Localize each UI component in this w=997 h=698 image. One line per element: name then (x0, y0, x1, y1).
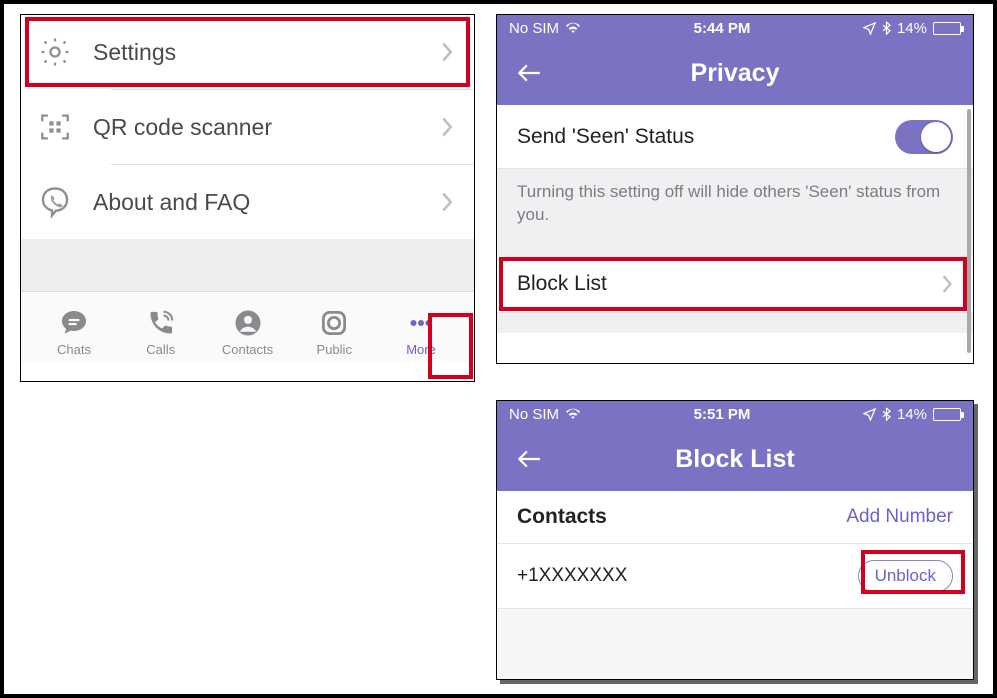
settings-label: Settings (93, 39, 440, 66)
clock-label: 5:44 PM (694, 20, 751, 37)
send-seen-description: Turning this setting off will hide other… (497, 169, 973, 257)
send-seen-toggle[interactable] (895, 120, 953, 154)
contact-icon (231, 306, 265, 340)
privacy-screen: No SIM 5:44 PM 14% Privacy Send 'Seen' S… (496, 14, 974, 364)
bottom-tabbar: Chats Calls Contacts Public More (21, 291, 474, 363)
tab-label: More (406, 342, 436, 357)
battery-pct: 14% (897, 406, 927, 423)
qr-scanner-row[interactable]: QR code scanner (21, 90, 474, 164)
about-faq-row[interactable]: About and FAQ (21, 165, 474, 239)
chevron-right-icon (440, 41, 454, 63)
tab-contacts[interactable]: Contacts (207, 306, 289, 357)
nav-bar: Privacy (497, 41, 973, 105)
block-list-label: Block List (517, 272, 941, 296)
bluetooth-icon (882, 21, 891, 35)
battery-icon (933, 22, 961, 35)
tab-public[interactable]: Public (293, 306, 375, 357)
tab-more[interactable]: More (380, 306, 462, 357)
section-title: Contacts (517, 505, 607, 529)
status-bar: No SIM 5:51 PM 14% (497, 401, 973, 427)
wifi-icon (565, 408, 581, 420)
tab-chats[interactable]: Chats (33, 306, 115, 357)
block-list-row[interactable]: Block List (497, 257, 973, 313)
viber-icon (33, 180, 77, 224)
contact-number: +1XXXXXXX (517, 565, 627, 587)
chevron-right-icon (440, 191, 454, 213)
scroll-indicator[interactable] (967, 109, 971, 353)
battery-pct: 14% (897, 20, 927, 37)
location-icon (863, 408, 876, 421)
public-icon (317, 306, 351, 340)
tab-label: Calls (146, 342, 175, 357)
tab-label: Chats (57, 342, 91, 357)
carrier-label: No SIM (509, 406, 559, 423)
send-seen-label: Send 'Seen' Status (517, 125, 895, 149)
unblock-button[interactable]: Unblock (858, 560, 953, 592)
spacer (497, 313, 973, 333)
wifi-icon (565, 22, 581, 34)
page-title: Privacy (497, 59, 973, 88)
battery-icon (933, 408, 961, 421)
blocked-contact-row: +1XXXXXXX Unblock (497, 544, 973, 609)
add-number-button[interactable]: Add Number (846, 506, 953, 528)
location-icon (863, 22, 876, 35)
chat-icon (57, 306, 91, 340)
dots-icon (404, 306, 438, 340)
about-label: About and FAQ (93, 189, 440, 216)
bluetooth-icon (882, 407, 891, 421)
settings-row[interactable]: Settings (21, 15, 474, 89)
phone-icon (144, 306, 178, 340)
chevron-right-icon (440, 116, 454, 138)
page-title: Block List (497, 445, 973, 474)
spacer (497, 609, 973, 679)
carrier-label: No SIM (509, 20, 559, 37)
tab-label: Public (317, 342, 352, 357)
send-seen-row[interactable]: Send 'Seen' Status (497, 105, 973, 169)
contacts-section-header: Contacts Add Number (497, 491, 973, 544)
gear-icon (33, 30, 77, 74)
status-bar: No SIM 5:44 PM 14% (497, 15, 973, 41)
spacer (21, 239, 474, 291)
tab-label: Contacts (222, 342, 273, 357)
clock-label: 5:51 PM (694, 406, 751, 423)
chevron-right-icon (941, 274, 953, 294)
block-list-screen: No SIM 5:51 PM 14% Block List Contacts A… (496, 400, 974, 680)
qr-label: QR code scanner (93, 114, 440, 141)
nav-bar: Block List (497, 427, 973, 491)
tab-calls[interactable]: Calls (120, 306, 202, 357)
qr-icon (33, 105, 77, 149)
more-screen: Settings QR code scanner (20, 14, 475, 382)
